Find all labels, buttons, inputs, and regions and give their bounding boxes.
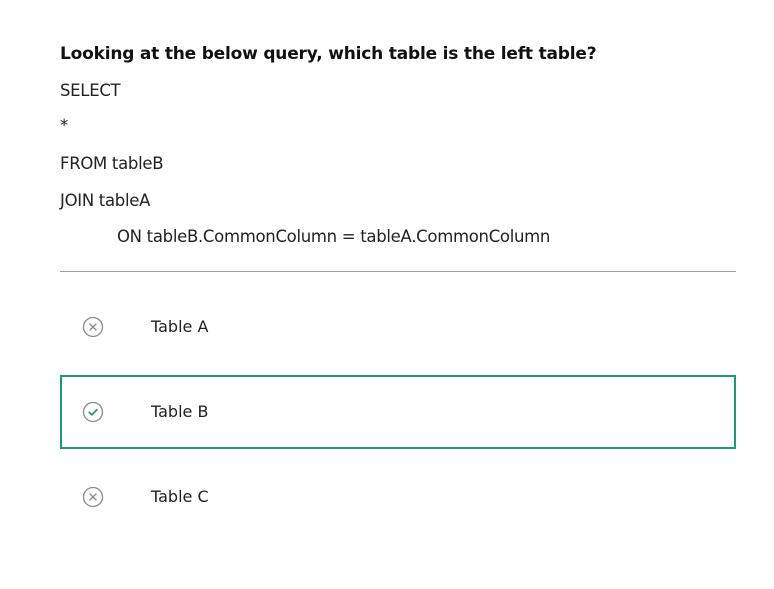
query-line-columns: *: [60, 116, 68, 135]
answer-option-label: Table A: [151, 317, 209, 336]
answer-option-table-a[interactable]: Table A: [60, 290, 736, 364]
query-line-join: JOIN tableA: [60, 191, 151, 210]
divider: [60, 271, 736, 272]
query-line-from: FROM tableB: [60, 154, 164, 173]
check-circle-icon: [82, 401, 104, 423]
question-text: Looking at the below query, which table …: [60, 44, 597, 64]
close-circle-icon: [82, 486, 104, 508]
answer-option-table-b[interactable]: Table B: [60, 375, 736, 449]
query-line-on: ON tableB.CommonColumn = tableA.CommonCo…: [117, 227, 551, 246]
answer-option-table-c[interactable]: Table C: [60, 460, 736, 534]
answer-option-label: Table B: [151, 402, 209, 421]
query-line-select: SELECT: [60, 81, 121, 100]
answer-option-label: Table C: [151, 487, 209, 506]
close-circle-icon: [82, 316, 104, 338]
